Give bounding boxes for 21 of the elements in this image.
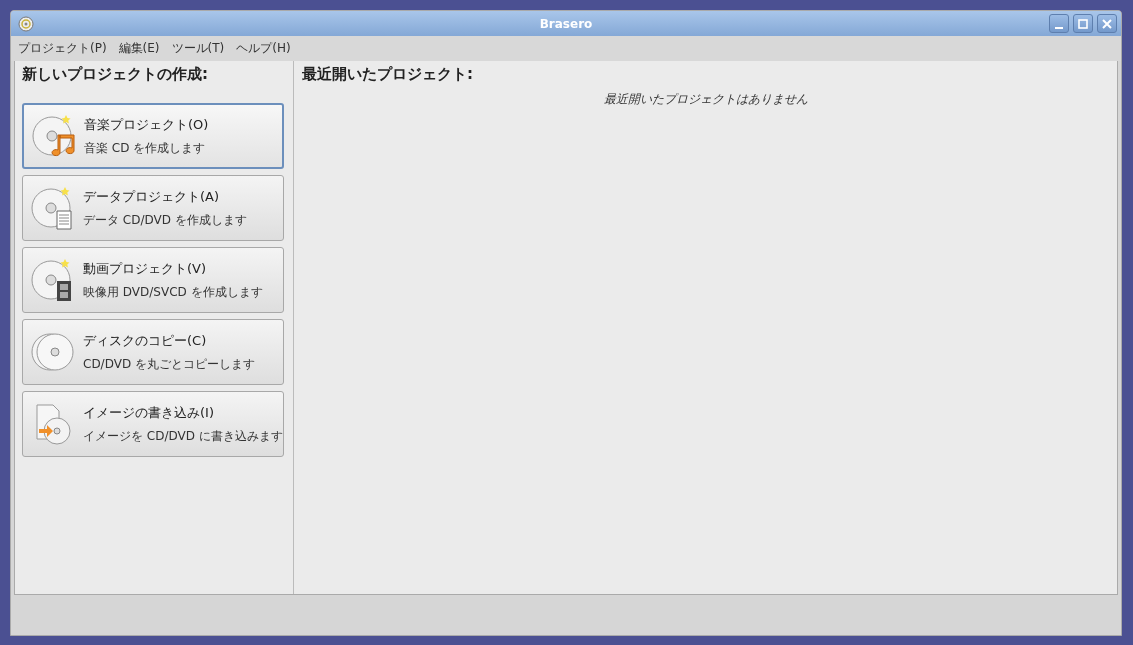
empty-message: 最近開いたプロジェクトはありません: [602, 91, 809, 108]
minimize-icon: [1055, 26, 1063, 29]
menu-item[interactable]: ツール(T): [171, 40, 225, 57]
project-button[interactable]: 音楽プロジェクト(O) 音楽 CD を作成します: [22, 103, 284, 169]
minimize-button[interactable]: [1049, 14, 1069, 33]
window-title: Brasero: [539, 16, 593, 31]
disc-icon: [32, 113, 78, 159]
menu-item[interactable]: ヘルプ(H): [236, 40, 291, 57]
menu-item[interactable]: プロジェクト(P): [18, 40, 107, 57]
disc-icon: [18, 15, 34, 32]
project-button[interactable]: 動画プロジェクト(V) 映像用 DVD/SVCD を作成します: [22, 247, 284, 313]
menu-item[interactable]: 編集(E): [118, 40, 160, 57]
close-button[interactable]: [1097, 14, 1117, 33]
maximize-icon: [1077, 17, 1089, 30]
maximize-button[interactable]: [1073, 14, 1093, 33]
close-icon: [1101, 17, 1113, 30]
section-heading: 最近開いたプロジェクト:: [302, 65, 474, 85]
project-button[interactable]: ディスクのコピー(C) CD/DVD を丸ごとコピーします: [22, 319, 284, 385]
project-button[interactable]: データプロジェクト(A) データ CD/DVD を作成します: [22, 175, 284, 241]
section-heading: 新しいプロジェクトの作成:: [22, 65, 209, 85]
project-button[interactable]: イメージの書き込み(I) イメージを CD/DVD に書き込みます: [22, 391, 284, 457]
